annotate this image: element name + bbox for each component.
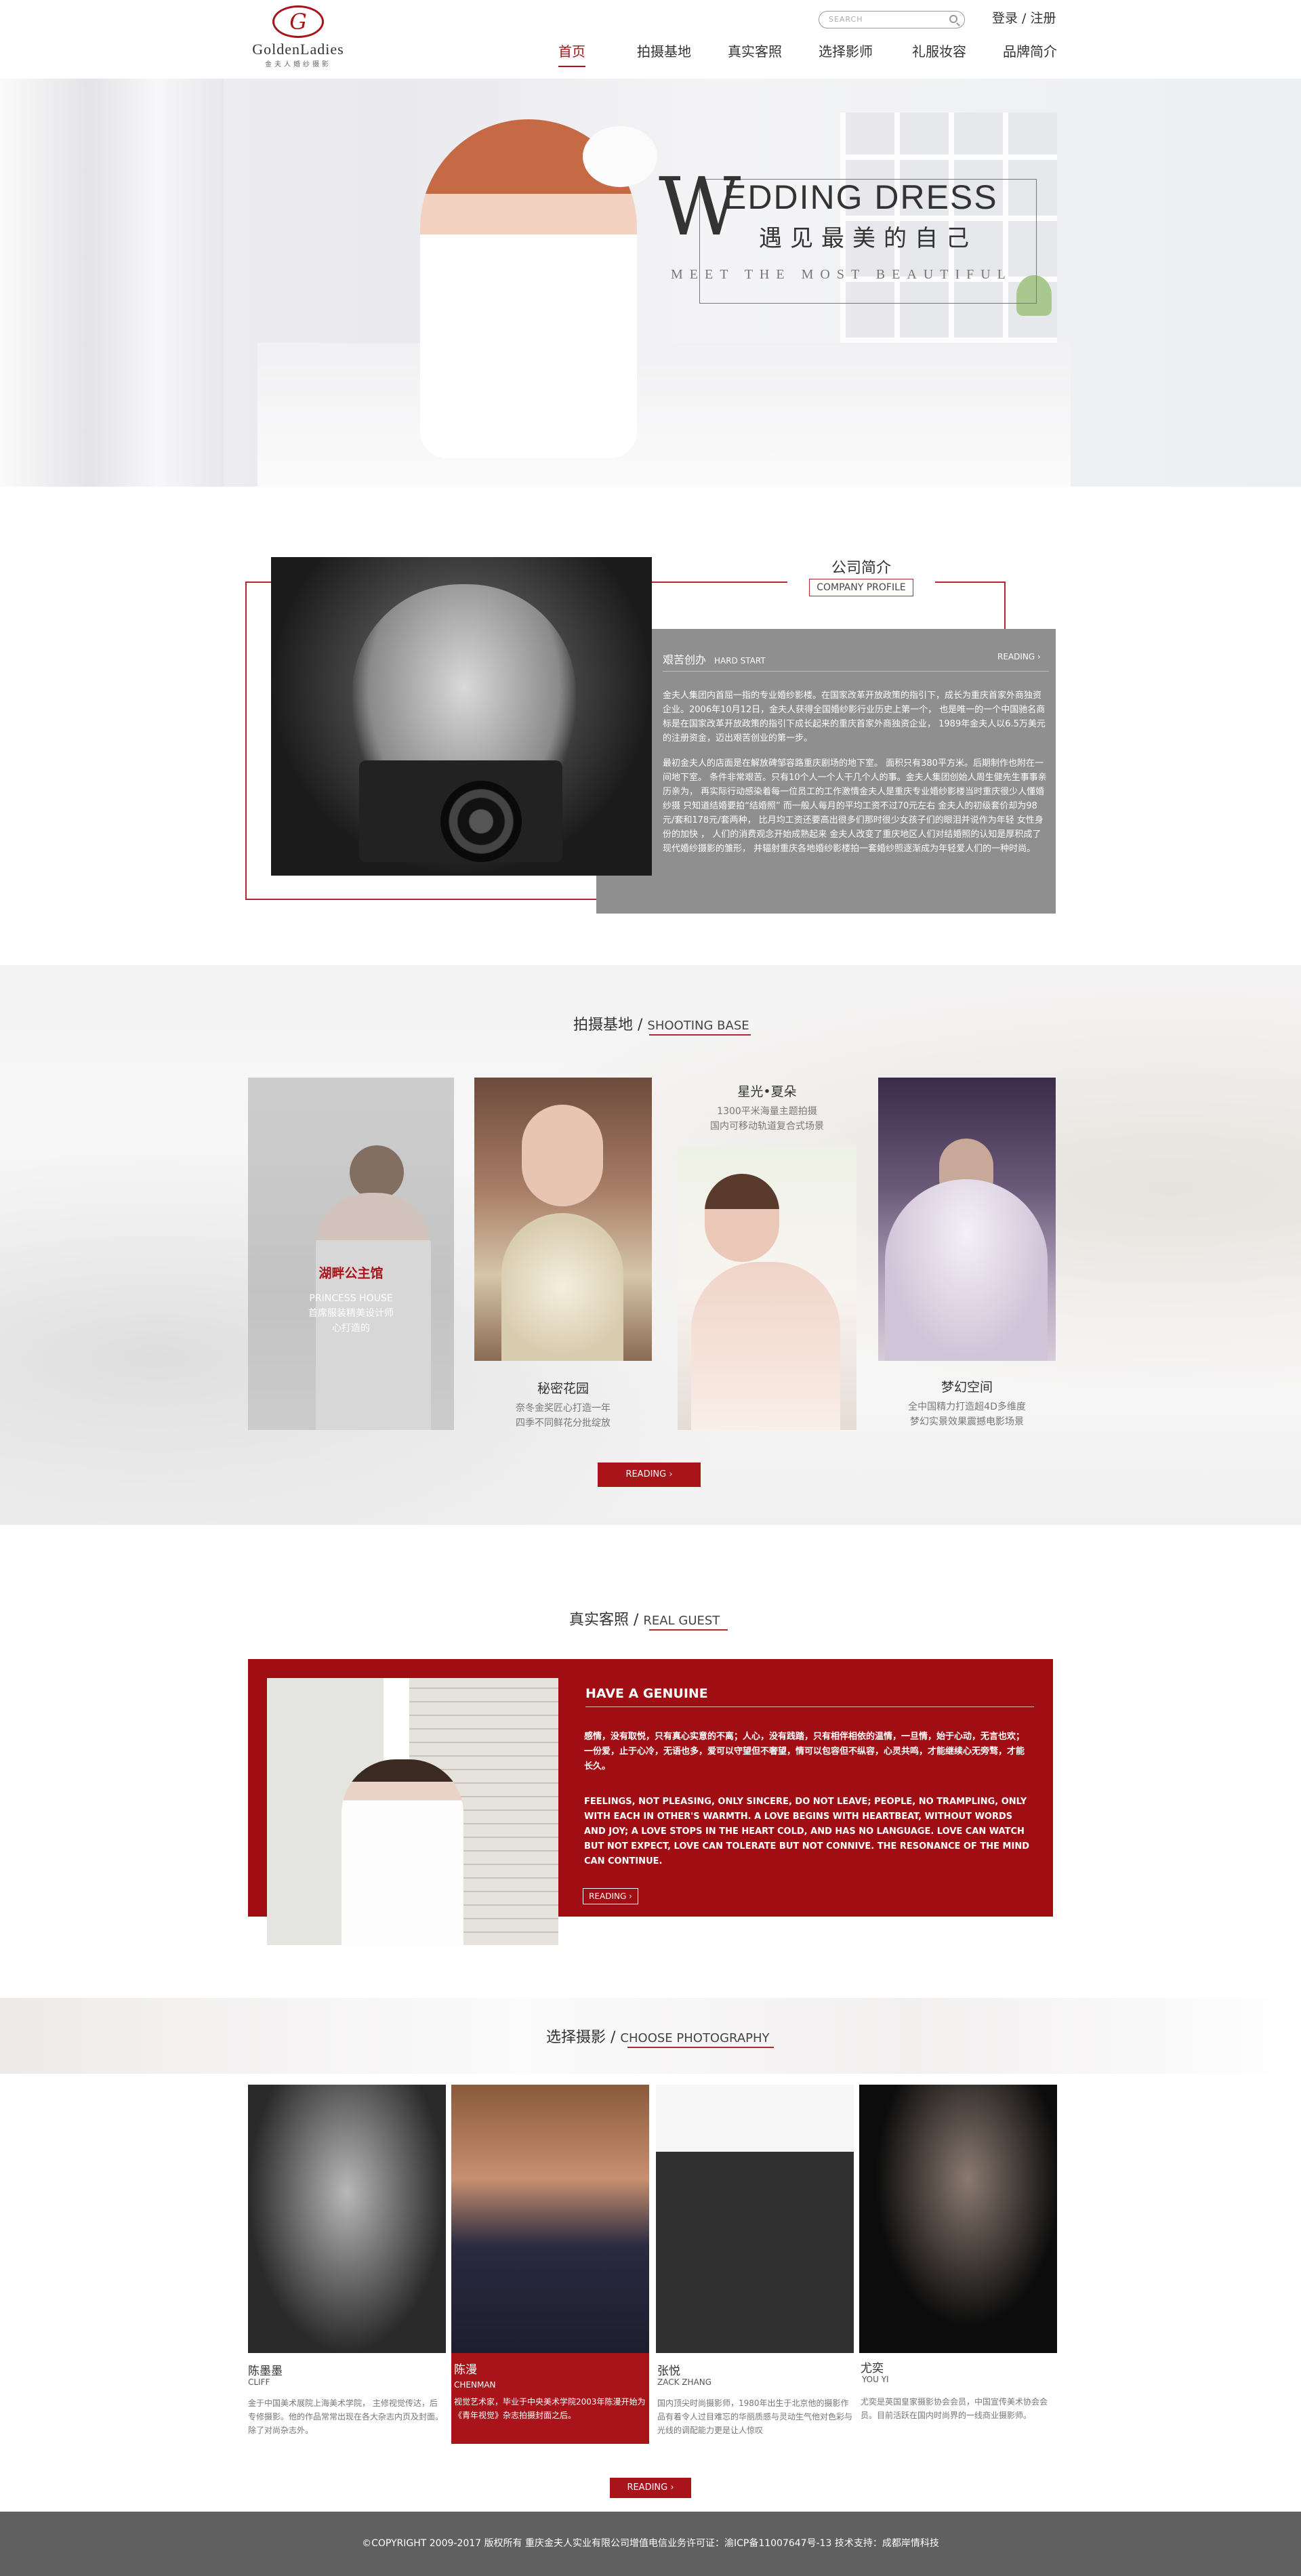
photographer-desc: 国内顶尖时尚摄影师，1980年出生于北京他的摄影作品有着令人过目难忘的华丽质感与… xyxy=(657,2398,853,2435)
hero-title: EDDING DRESS xyxy=(724,178,998,216)
hero-subtitle-en: MEET THE MOST BEAUTIFUL xyxy=(671,267,1012,282)
shooting-card-1[interactable]: 湖畔公主馆 PRINCESS HOUSE 首席服装精美设计师 心打造的 xyxy=(248,1078,454,1430)
guest-photo xyxy=(267,1678,558,1945)
profile-photo xyxy=(271,557,652,876)
hero-banner[interactable] xyxy=(0,79,1301,487)
guest-text-cn: 感情，没有取悦，只有真心实意的不离；人心，没有践踏，只有相伴相依的温情，一旦情，… xyxy=(584,1732,1025,1772)
photographer-en: YOU YI xyxy=(862,2375,889,2384)
model-veil-image xyxy=(885,1179,1048,1361)
photographer-photo-2[interactable] xyxy=(451,2085,649,2353)
profile-title-cn: 公司简介 xyxy=(831,560,891,577)
divider xyxy=(663,671,1049,672)
camera-lens-image xyxy=(440,781,522,862)
logo-emblem-icon: G xyxy=(272,5,324,38)
model-face-image xyxy=(705,1174,779,1262)
photographer-section-title: 选择摄影 / CHOOSE PHOTOGRAPHY xyxy=(546,2029,770,2046)
photographer-title-en: CHOOSE PHOTOGRAPHY xyxy=(620,2031,770,2045)
nav-brand-intro[interactable]: 品牌简介 xyxy=(1003,41,1057,60)
guest-title-en: REAL GUEST xyxy=(643,1614,720,1628)
photographer-name: 张悦 xyxy=(657,2365,680,2378)
guest-title-cn: 真实客照 xyxy=(569,1612,629,1629)
shooting-card-2[interactable] xyxy=(474,1078,652,1361)
title-underline xyxy=(649,1629,728,1631)
search-input[interactable]: SEARCH xyxy=(819,11,965,28)
profile-heading: 公司简介 COMPANY PROFILE xyxy=(787,554,935,602)
guest-section-title: 真实客照 / REAL GUEST xyxy=(569,1612,720,1629)
logo-subtitle: 金夫人婚纱摄影 xyxy=(265,61,331,68)
card-name: 秘密花园 xyxy=(537,1381,589,1396)
login-register-link[interactable]: 登录 / 注册 xyxy=(992,8,1056,26)
photographer-en: CHENMAN xyxy=(454,2380,496,2390)
flower-bouquet-image xyxy=(501,1213,623,1361)
profile-subheading: 艰苦创办 HARD START xyxy=(663,651,766,667)
guest-headline: HAVE A GENUINE xyxy=(585,1686,708,1701)
photographer-desc: 视觉艺术家，毕业于中央美术学院2003年陈漫开始为《青年视觉》杂志拍摄封面之后。 xyxy=(454,2397,646,2420)
card-desc-1: 首席服装精美设计师 xyxy=(308,1308,394,1319)
photographer-photo-4[interactable] xyxy=(859,2085,1057,2353)
card-desc-1: 奈冬金奖匠心打造一年 xyxy=(516,1403,611,1414)
guest-text-en: FEELINGS, NOT PLEASING, ONLY SINCERE, DO… xyxy=(584,1797,1029,1866)
photographer-name: 陈漫 xyxy=(454,2363,477,2377)
shooting-title-cn: 拍摄基地 xyxy=(573,1017,634,1034)
photographer-name: 尤奕 xyxy=(861,2362,884,2375)
model-dress-image xyxy=(691,1262,840,1430)
card-desc-2: 国内可移动轨道复合式场景 xyxy=(710,1121,824,1132)
photographer-title-cn: 选择摄影 xyxy=(546,2029,606,2046)
card-name: 星光•夏朵 xyxy=(737,1084,797,1099)
shooting-card-4[interactable] xyxy=(878,1078,1056,1361)
photographer-desc: 尤奕是英国皇家摄影协会会员，中国宣传美术协会会员。目前活跃在国内时尚界的一线商业… xyxy=(861,2397,1048,2420)
search-placeholder: SEARCH xyxy=(829,15,863,24)
search-icon[interactable] xyxy=(949,15,957,23)
photographer-reading-button[interactable]: READING › xyxy=(610,2478,691,2498)
bride-image xyxy=(342,1759,463,1945)
nav-photographer[interactable]: 选择影师 xyxy=(819,41,873,60)
profile-paragraph-2: 最初金夫人的店面是在解放碑邹容路重庆剧场的地下室。 面积只有380平方米。后期制… xyxy=(663,758,1047,854)
card-overlay xyxy=(248,1078,454,1430)
hero-veil-image xyxy=(583,126,657,187)
card-en: PRINCESS HOUSE xyxy=(309,1293,393,1304)
shooting-title-en: SHOOTING BASE xyxy=(647,1019,749,1033)
shooting-card-3[interactable] xyxy=(678,1147,856,1430)
hero-curtain-image xyxy=(0,79,224,487)
profile-reading-link[interactable]: READING › xyxy=(997,652,1041,661)
logo-name: GoldenLadies xyxy=(252,41,344,58)
card-name: 湖畔公主馆 xyxy=(318,1266,384,1281)
brand-logo[interactable]: G GoldenLadies 金夫人婚纱摄影 xyxy=(244,5,352,68)
shooting-section-title: 拍摄基地 / SHOOTING BASE xyxy=(573,1017,749,1034)
hero-subtitle-cn: 遇见最美的自己 xyxy=(759,225,977,252)
profile-paragraph-1: 金夫人集团内首屈一指的专业婚纱影楼。在国家改革开放政策的指引下，成长为重庆首家外… xyxy=(663,691,1046,743)
profile-title-en: COMPANY PROFILE xyxy=(809,579,913,596)
guest-reading-button[interactable]: READING › xyxy=(583,1888,638,1904)
title-underline xyxy=(627,2047,774,2048)
nav-real-guest[interactable]: 真实客照 xyxy=(728,41,782,60)
nav-shooting-base[interactable]: 拍摄基地 xyxy=(637,41,691,60)
card-name: 梦幻空间 xyxy=(941,1380,993,1395)
card-desc-2: 心打造的 xyxy=(332,1323,370,1334)
photographer-photo-3[interactable] xyxy=(656,2085,854,2353)
model-face-image xyxy=(522,1105,603,1206)
photographer-en: CLIFF xyxy=(248,2377,270,2387)
photographer-photo-1[interactable] xyxy=(248,2085,446,2353)
hero-bed-image xyxy=(257,343,1071,487)
shooting-reading-button[interactable]: READING › xyxy=(598,1463,701,1487)
divider xyxy=(585,1706,1034,1707)
site-footer: ©COPYRIGHT 2009-2017 版权所有 重庆金夫人实业有限公司增值电… xyxy=(0,2512,1301,2576)
card-desc-2: 梦幻实景效果震撼电影场景 xyxy=(910,1416,1024,1427)
profile-sub-en: HARD START xyxy=(714,656,766,666)
photographer-en: ZACK ZHANG xyxy=(657,2377,712,2387)
title-underline xyxy=(649,1034,751,1036)
nav-dress-makeup[interactable]: 礼服妆容 xyxy=(912,41,966,60)
profile-sub-cn: 艰苦创办 xyxy=(663,653,707,666)
photographer-desc: 金于中国美术展院上海美术学院， 主修视觉传达，后专修摄影。他的作品常常出现在各大… xyxy=(248,2398,444,2435)
card-desc-1: 全中国精力打造超4D多维度 xyxy=(908,1402,1026,1412)
card-desc-1: 1300平米海量主题拍摄 xyxy=(717,1106,817,1117)
photographer-name: 陈墨墨 xyxy=(248,2365,283,2378)
nav-home[interactable]: 首页 xyxy=(558,41,585,67)
card-desc-2: 四季不同鲜花分批绽放 xyxy=(516,1418,611,1429)
site-header: G GoldenLadies 金夫人婚纱摄影 SEARCH 登录 / 注册 首页… xyxy=(0,0,1301,79)
